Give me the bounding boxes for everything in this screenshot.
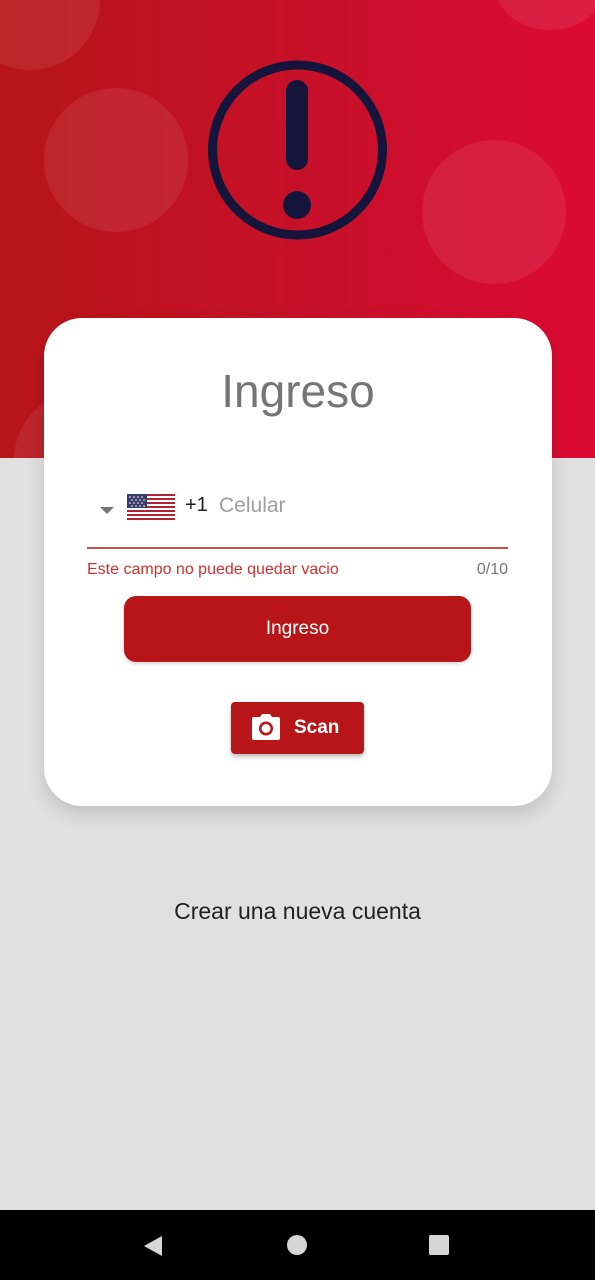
alert-exclamation-icon — [208, 60, 387, 240]
scan-button-label: Scan — [294, 717, 340, 738]
country-dropdown-icon[interactable] — [95, 498, 119, 522]
phone-input[interactable] — [219, 488, 499, 524]
decorative-bubble — [44, 88, 188, 232]
camera-icon — [252, 714, 280, 740]
login-button[interactable]: Ingreso — [124, 596, 471, 662]
login-button-label: Ingreso — [265, 618, 330, 639]
phone-input-underline — [87, 547, 508, 549]
country-code: +1 — [185, 494, 208, 516]
create-account-link[interactable]: Crear una nueva cuenta — [0, 898, 595, 925]
recents-square-icon[interactable] — [428, 1234, 450, 1256]
phone-char-counter: 0/10 — [476, 561, 508, 578]
decorative-bubble — [495, 0, 595, 30]
system-nav-bar — [0, 1210, 595, 1280]
decorative-bubble — [422, 140, 566, 284]
decorative-bubble — [0, 0, 100, 70]
phone-field: +1 — [87, 478, 508, 549]
page-title: Ingreso — [221, 365, 375, 417]
back-triangle-icon[interactable] — [141, 1234, 165, 1258]
phone-error-message: Este campo no puede quedar vacio — [87, 561, 339, 578]
login-card: Ingreso +1 Este campo no puede quedar — [44, 318, 552, 806]
us-flag-icon — [127, 494, 175, 520]
home-circle-icon[interactable] — [286, 1234, 308, 1256]
scan-button[interactable]: Scan — [231, 702, 364, 754]
